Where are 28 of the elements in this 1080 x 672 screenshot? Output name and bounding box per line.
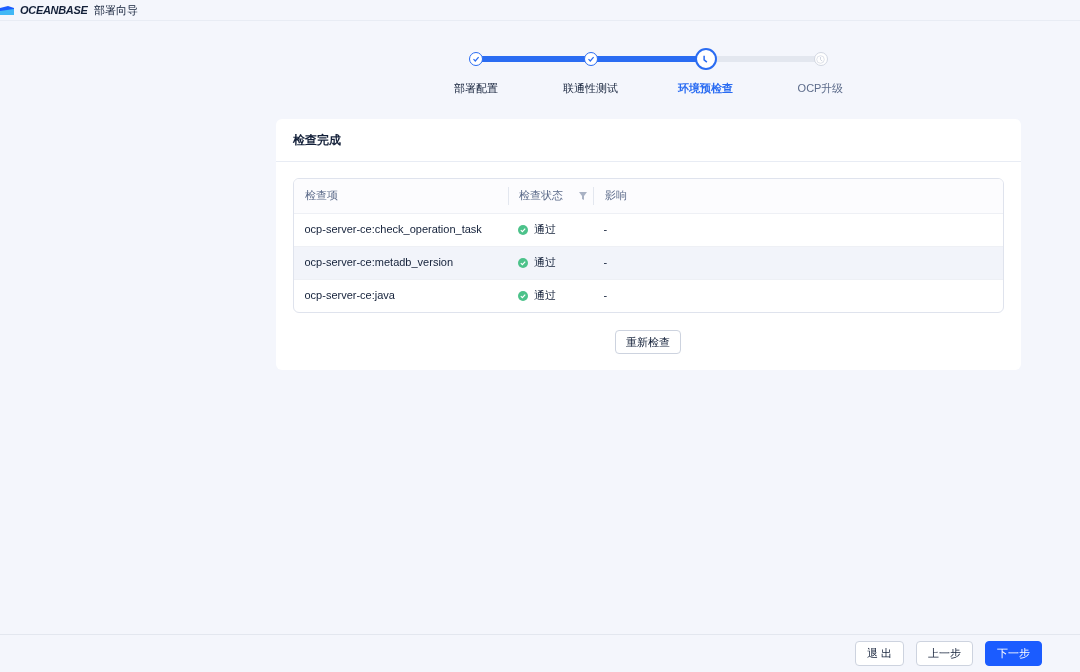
table-cell-text: - xyxy=(602,288,609,304)
table-row[interactable]: ocp-server-ce:java 通过 - xyxy=(293,278,1003,312)
table-cell-text: - xyxy=(602,222,609,238)
table-row[interactable]: ocp-server-ce:check_operation_task 通过 - xyxy=(293,212,1003,246)
table-row[interactable]: ocp-server-ce:metadb_version 通过 - xyxy=(293,245,1003,279)
table-cell-text: - xyxy=(602,255,609,271)
recheck-button[interactable]: 重新检查 xyxy=(615,329,681,354)
footer-button[interactable]: 退 出 xyxy=(854,641,904,666)
column-header: 检查项 xyxy=(304,189,338,202)
app-title: 部署向导 xyxy=(93,2,138,18)
column-header: 影响 xyxy=(604,188,627,204)
logo-icon xyxy=(0,5,14,15)
step-label[interactable]: 联通性测试 xyxy=(563,80,618,97)
status-text: 通过 xyxy=(533,222,556,238)
next-button[interactable]: 下一步 xyxy=(985,641,1042,666)
footer-button[interactable]: 上一步 xyxy=(916,641,973,666)
logo-text: OCEANBASE xyxy=(20,2,88,18)
card-title: 检查完成 xyxy=(275,118,1021,162)
table-cell-text: ocp-server-ce:metadb_version xyxy=(303,255,455,271)
status-text: 通过 xyxy=(533,255,556,271)
table-cell-text: ocp-server-ce:java xyxy=(303,288,396,304)
filter-icon[interactable] xyxy=(578,191,587,200)
table-cell-text: ocp-server-ce:check_operation_task xyxy=(303,222,483,238)
column-header: 检查状态 xyxy=(518,188,563,204)
step-label[interactable]: 部署配置 xyxy=(453,80,498,97)
step-label[interactable]: OCP升级 xyxy=(797,80,844,97)
status-text: 通过 xyxy=(533,288,556,304)
step-label[interactable]: 环境预检查 xyxy=(678,80,733,97)
